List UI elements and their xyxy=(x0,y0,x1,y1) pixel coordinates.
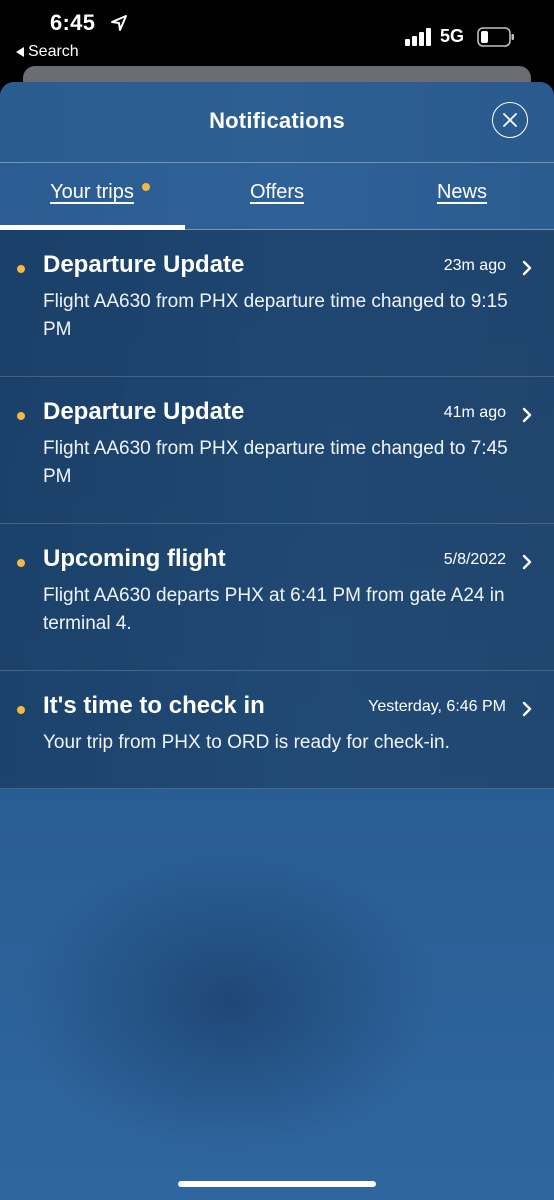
notification-item[interactable]: Upcoming flight 5/8/2022 Flight AA630 de… xyxy=(0,524,554,671)
notification-title: It's time to check in xyxy=(43,692,265,719)
notifications-sheet: Notifications Your trips Offers News Dep… xyxy=(0,82,554,1200)
tab-label: Your trips xyxy=(50,181,134,203)
unread-dot xyxy=(17,706,25,714)
status-bar: 6:45 Search 5G xyxy=(0,0,554,68)
tab-unread-dot xyxy=(142,183,150,191)
close-button[interactable] xyxy=(492,102,528,138)
unread-dot xyxy=(17,265,25,273)
sheet-header: Notifications xyxy=(0,82,554,163)
tab-label: Offers xyxy=(249,181,305,203)
tab-your-trips[interactable]: Your trips xyxy=(0,181,184,204)
location-arrow-icon xyxy=(111,15,127,31)
notification-body: Flight AA630 from PHX departure time cha… xyxy=(43,438,508,487)
notification-item[interactable]: Departure Update 23m ago Flight AA630 fr… xyxy=(0,230,554,377)
status-time: 6:45 xyxy=(50,10,96,35)
network-type: 5G xyxy=(440,26,465,46)
notification-body: Flight AA630 departs PHX at 6:41 PM from… xyxy=(43,585,505,634)
unread-dot xyxy=(17,412,25,420)
close-icon xyxy=(503,113,517,127)
tab-bar: Your trips Offers News xyxy=(0,163,554,230)
chevron-right-icon xyxy=(522,407,532,423)
page-title: Notifications xyxy=(209,108,345,133)
cellular-signal-icon xyxy=(405,28,431,46)
back-to-search-button[interactable]: Search xyxy=(16,43,79,61)
chevron-right-icon xyxy=(522,701,532,717)
chevron-right-icon xyxy=(522,554,532,570)
tab-news[interactable]: News xyxy=(370,181,554,204)
notification-body: Flight AA630 from PHX departure time cha… xyxy=(43,291,508,340)
chevron-right-icon xyxy=(522,260,532,276)
notification-item[interactable]: Departure Update 41m ago Flight AA630 fr… xyxy=(0,377,554,524)
notification-time: 23m ago xyxy=(443,257,506,274)
notification-time: 41m ago xyxy=(443,404,506,421)
unread-dot xyxy=(17,559,25,567)
tab-offers[interactable]: Offers xyxy=(185,181,369,204)
notification-body: Your trip from PHX to ORD is ready for c… xyxy=(43,732,450,753)
notification-title: Upcoming flight xyxy=(43,545,226,572)
notification-time: Yesterday, 6:46 PM xyxy=(368,698,506,715)
battery-icon xyxy=(477,27,514,47)
notification-list: Departure Update 23m ago Flight AA630 fr… xyxy=(0,230,554,789)
notification-item[interactable]: It's time to check in Yesterday, 6:46 PM… xyxy=(0,671,554,789)
notification-time: 5/8/2022 xyxy=(443,551,506,568)
back-search-label: Search xyxy=(28,43,79,60)
notification-title: Departure Update xyxy=(43,251,245,278)
back-arrow-icon xyxy=(16,47,24,57)
notification-title: Departure Update xyxy=(43,398,245,425)
tab-label: News xyxy=(436,181,487,203)
home-indicator[interactable] xyxy=(178,1181,376,1187)
